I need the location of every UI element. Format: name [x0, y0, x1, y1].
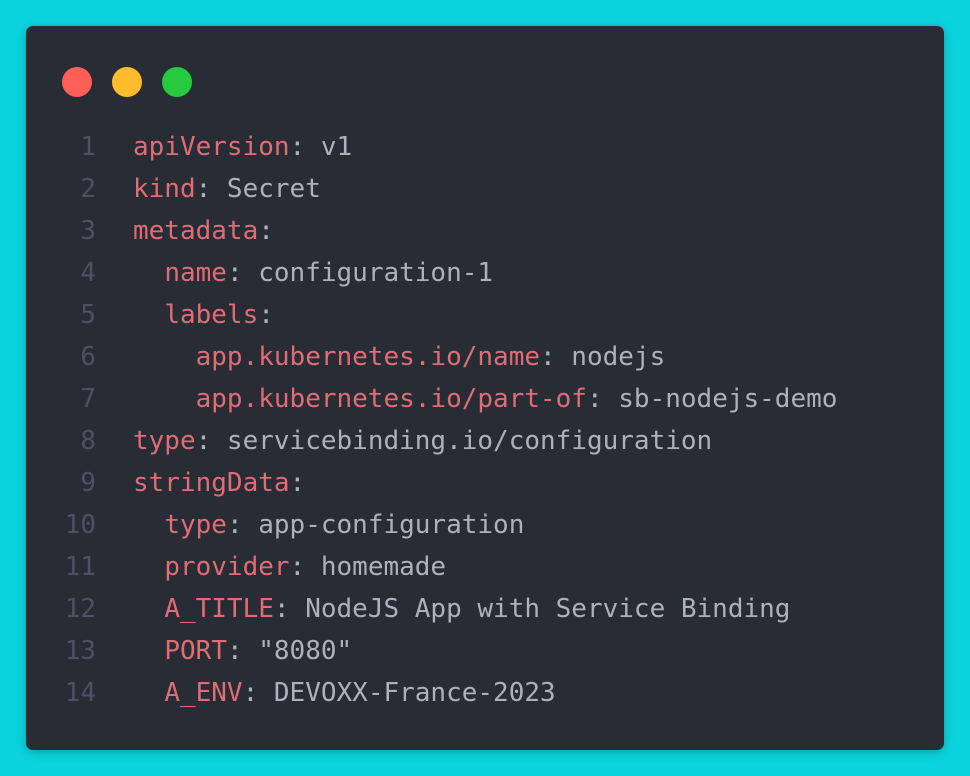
yaml-key: type — [133, 426, 196, 456]
yaml-colon: : — [586, 384, 603, 414]
line-number: 5 — [80, 300, 96, 330]
yaml-key: stringData — [133, 468, 290, 498]
code-line: 4 name: configuration-1 — [26, 252, 944, 294]
window-controls — [62, 67, 192, 97]
yaml-value: configuration-1 — [242, 258, 494, 288]
line-content: labels: — [133, 300, 274, 330]
line-content: type: app-configuration — [133, 510, 524, 540]
yaml-key: kind — [133, 174, 196, 204]
yaml-colon: : — [226, 636, 243, 666]
yaml-colon: : — [195, 426, 212, 456]
line-content: type: servicebinding.io/configuration — [133, 426, 712, 456]
line-number: 4 — [80, 258, 96, 288]
yaml-value: Secret — [211, 174, 321, 204]
line-content: kind: Secret — [133, 174, 321, 204]
code-line: 1 apiVersion: v1 — [26, 126, 944, 168]
line-content: apiVersion: v1 — [133, 132, 352, 162]
code-line: 3 metadata: — [26, 210, 944, 252]
code-line: 14 A_ENV: DEVOXX-France-2023 — [26, 672, 944, 714]
yaml-colon: : — [258, 300, 274, 330]
line-number: 12 — [64, 594, 96, 624]
code-line: 10 type: app-configuration — [26, 504, 944, 546]
line-content: app.kubernetes.io/part-of: sb-nodejs-dem… — [133, 384, 838, 414]
yaml-colon: : — [226, 258, 243, 288]
code-line: 12 A_TITLE: NodeJS App with Service Bind… — [26, 588, 944, 630]
yaml-key: app.kubernetes.io/part-of — [195, 384, 587, 414]
yaml-key: A_ENV — [164, 678, 243, 708]
code-line: 7 app.kubernetes.io/part-of: sb-nodejs-d… — [26, 378, 944, 420]
line-content: PORT: "8080" — [133, 636, 352, 666]
yaml-key: app.kubernetes.io/name — [195, 342, 540, 372]
line-content: A_TITLE: NodeJS App with Service Binding — [133, 594, 790, 624]
yaml-value: nodejs — [555, 342, 666, 372]
code-block: 1 apiVersion: v1 2 kind: Secret 3 metadata:4 … — [26, 126, 944, 714]
yaml-key: type — [164, 510, 227, 540]
yaml-colon: : — [289, 468, 306, 498]
maximize-dot-icon[interactable] — [162, 67, 192, 97]
line-number: 9 — [80, 468, 96, 498]
yaml-colon: : — [273, 594, 290, 624]
line-content: app.kubernetes.io/name: nodejs — [133, 342, 666, 372]
yaml-colon: : — [289, 132, 306, 162]
yaml-colon: : — [226, 510, 243, 540]
yaml-key: name — [164, 258, 227, 288]
yaml-key: provider — [164, 552, 290, 582]
yaml-value: sb-nodejs-demo — [602, 384, 838, 414]
line-number: 1 — [80, 132, 96, 162]
code-line: 9 stringData: — [26, 462, 944, 504]
line-content: provider: homemade — [133, 552, 446, 582]
yaml-key: labels — [164, 300, 259, 330]
line-number: 6 — [80, 342, 96, 372]
yaml-key: PORT — [164, 636, 227, 666]
code-window: 1 apiVersion: v1 2 kind: Secret 3 metadata:4 … — [26, 26, 944, 750]
line-number: 3 — [80, 216, 96, 246]
line-content: name: configuration-1 — [133, 258, 493, 288]
yaml-colon: : — [258, 216, 274, 246]
yaml-key: metadata — [133, 216, 259, 246]
code-line: 11 provider: homemade — [26, 546, 944, 588]
code-line: 2 kind: Secret — [26, 168, 944, 210]
yaml-colon: : — [540, 342, 556, 372]
yaml-value: v1 — [305, 132, 353, 162]
yaml-colon: : — [242, 678, 259, 708]
yaml-key: apiVersion — [133, 132, 290, 162]
line-number: 8 — [80, 426, 96, 456]
yaml-value: NodeJS App with Service Binding — [289, 594, 791, 624]
yaml-value: DEVOXX-France-2023 — [258, 678, 556, 708]
yaml-value: "8080" — [242, 636, 353, 666]
yaml-value: servicebinding.io/configuration — [211, 426, 713, 456]
yaml-colon: : — [289, 552, 306, 582]
line-number: 10 — [64, 510, 96, 540]
line-number: 7 — [80, 384, 96, 414]
code-line: 8 type: servicebinding.io/configuration — [26, 420, 944, 462]
code-line: 6 app.kubernetes.io/name: nodejs — [26, 336, 944, 378]
line-content: A_ENV: DEVOXX-France-2023 — [133, 678, 556, 708]
code-line: 13 PORT: "8080" — [26, 630, 944, 672]
line-number: 13 — [64, 636, 96, 666]
minimize-dot-icon[interactable] — [112, 67, 142, 97]
yaml-value: homemade — [305, 552, 447, 582]
yaml-key: A_TITLE — [164, 594, 274, 624]
close-dot-icon[interactable] — [62, 67, 92, 97]
code-line: 5 labels: — [26, 294, 944, 336]
yaml-colon: : — [195, 174, 212, 204]
line-number: 14 — [64, 678, 96, 708]
line-number: 2 — [80, 174, 96, 204]
yaml-value: app-configuration — [242, 510, 525, 540]
line-content: metadata: — [133, 216, 274, 246]
line-content: stringData: — [133, 468, 305, 498]
line-number: 11 — [64, 552, 96, 582]
